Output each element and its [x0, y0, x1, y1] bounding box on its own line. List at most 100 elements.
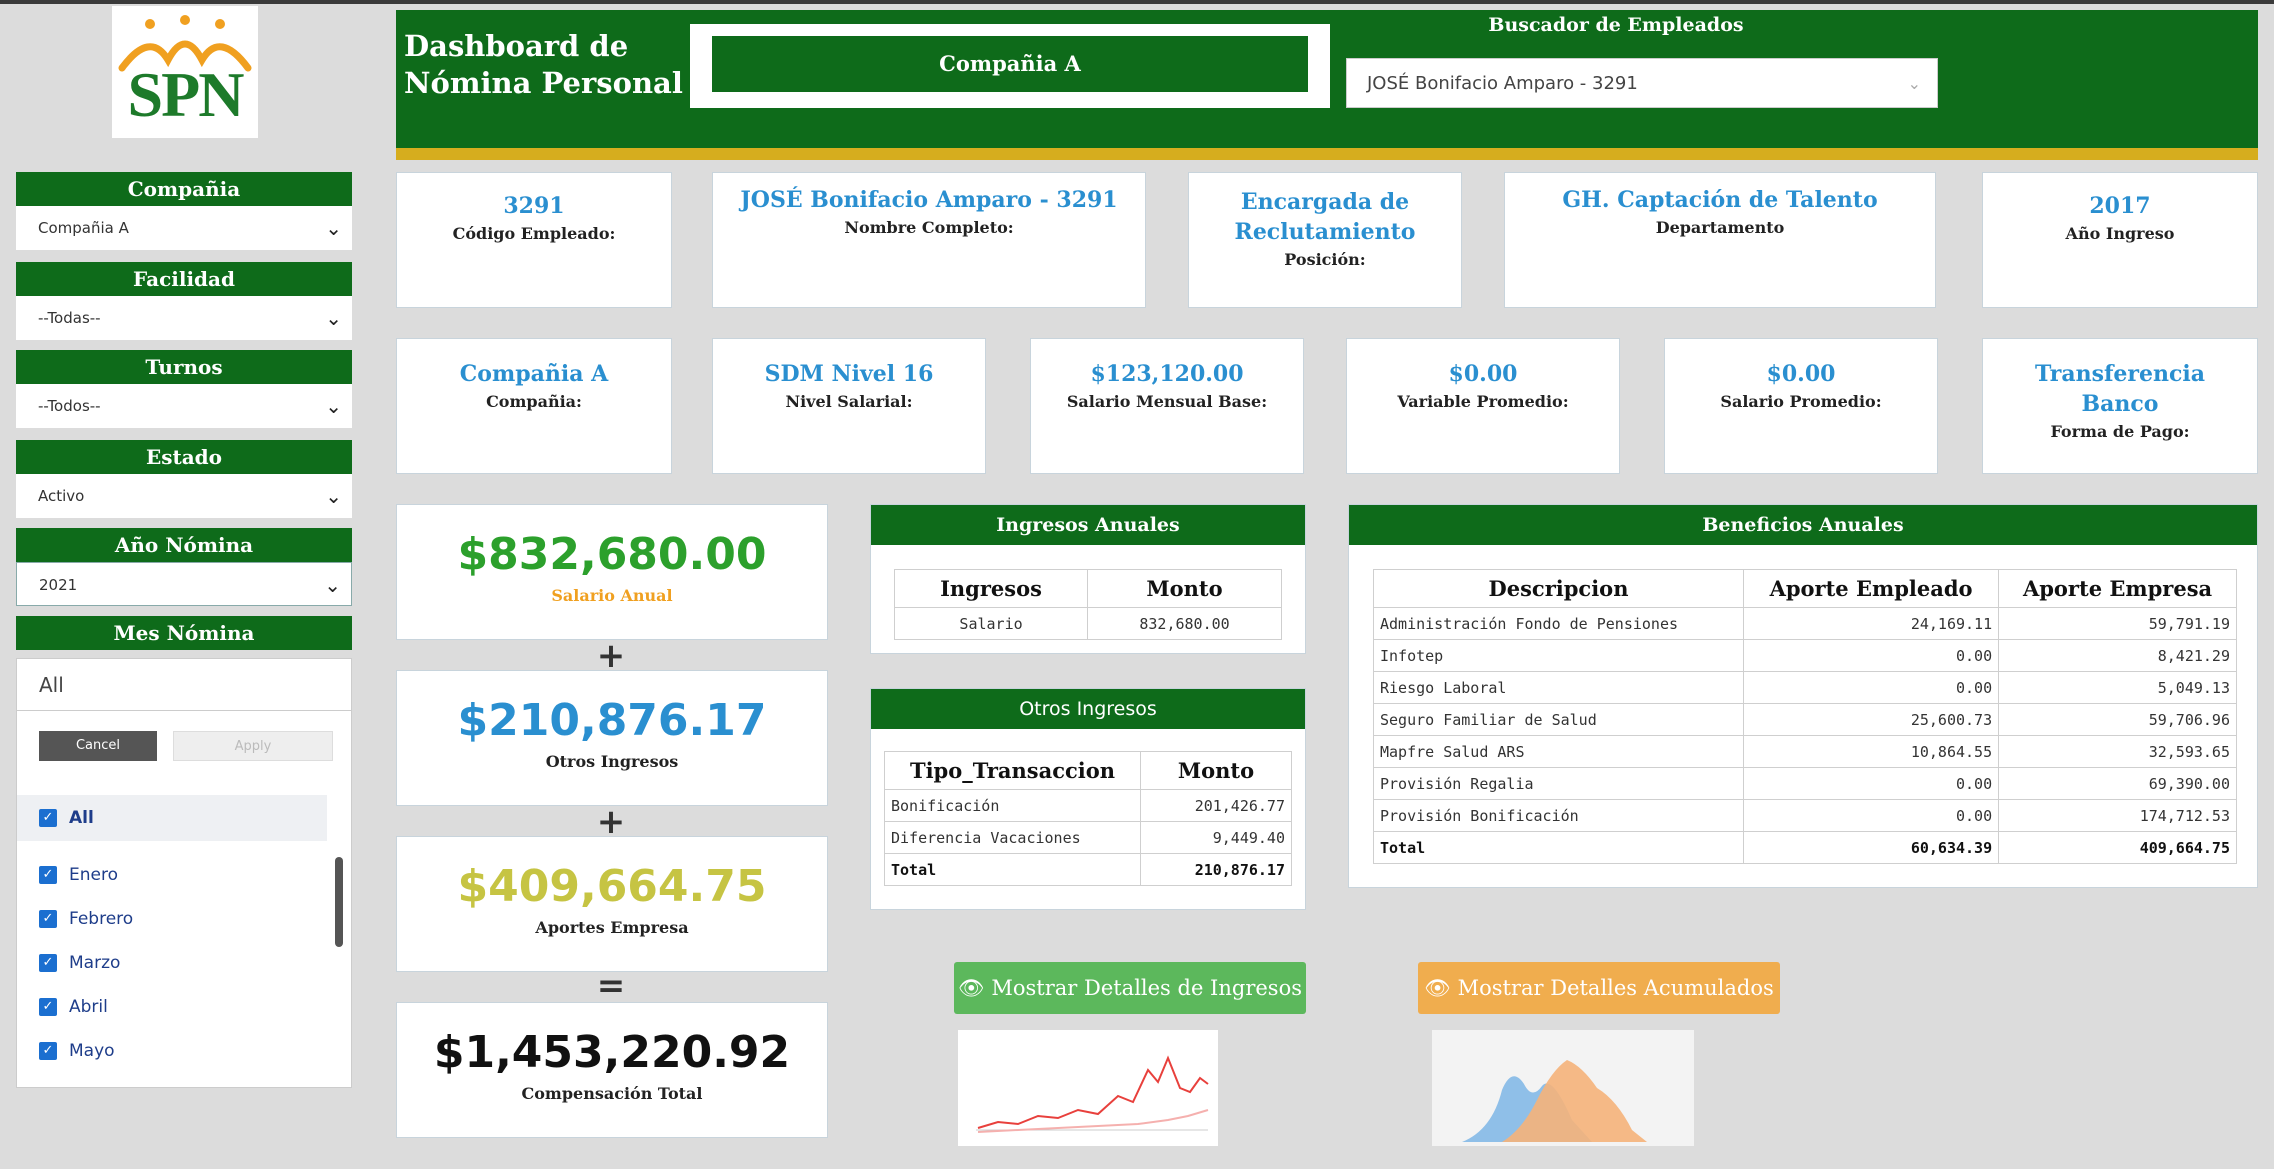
- table-cell: 0.00: [1742, 799, 2000, 832]
- table-cell: 25,600.73: [1742, 703, 2000, 736]
- table-cell: 832,680.00: [1087, 607, 1282, 640]
- filter-facilidad-select[interactable]: --Todas-- ⌄: [16, 296, 352, 340]
- table-total-row: Total 210,876.17: [884, 853, 1292, 886]
- month-option[interactable]: ✓ Enero: [39, 857, 118, 893]
- month-option[interactable]: ✓ Febrero: [39, 901, 133, 937]
- month-label: Enero: [69, 865, 118, 885]
- card-codigo-empleado: 3291 Código Empleado:: [396, 172, 672, 308]
- checkbox-checked-icon: ✓: [39, 1042, 57, 1060]
- table-cell: 8,421.29: [1998, 639, 2237, 672]
- table-cell: Infotep: [1373, 639, 1744, 672]
- month-list-scrollbar[interactable]: [335, 857, 343, 947]
- filter-compania-value: Compañia A: [38, 219, 129, 237]
- mes-search-input[interactable]: All: [17, 659, 351, 711]
- filter-ano-label: Año Nómina: [16, 528, 352, 562]
- filter-estado-label: Estado: [16, 440, 352, 474]
- table-cell: 32,593.65: [1998, 735, 2237, 768]
- card-nivel-salarial: SDM Nivel 16 Nivel Salarial:: [712, 338, 986, 474]
- column-header: Tipo_Transaccion: [884, 751, 1141, 790]
- table-row: Bonificación 201,426.77: [884, 789, 1292, 822]
- checkbox-checked-icon: ✓: [39, 809, 57, 827]
- table-cell: 0.00: [1742, 639, 2000, 672]
- table-cell: 0.00: [1742, 671, 2000, 704]
- show-income-details-button[interactable]: 👁 Mostrar Detalles de Ingresos: [954, 962, 1306, 1014]
- show-accumulated-details-button[interactable]: 👁 Mostrar Detalles Acumulados: [1418, 962, 1780, 1014]
- filter-ano-select[interactable]: 2021 ⌄: [16, 562, 352, 606]
- month-option-all[interactable]: ✓ All: [17, 795, 327, 841]
- card-label: Año Ingreso: [2065, 224, 2175, 243]
- panel-title: Beneficios Anuales: [1349, 505, 2257, 545]
- card-value: Encargada de: [1240, 189, 1410, 215]
- table-total-row: Total 60,634.39 409,664.75: [1373, 831, 2237, 864]
- area-chart-preview-icon: [1462, 1060, 1647, 1142]
- filter-estado-select[interactable]: Activo ⌄: [16, 474, 352, 518]
- filter-compania-label: Compañia: [16, 172, 352, 206]
- card-value: Banco: [2081, 391, 2159, 417]
- card-label: Código Empleado:: [452, 224, 616, 243]
- chevron-down-icon: ⌄: [1907, 74, 1921, 93]
- table-row: Riesgo Laboral 0.00 5,049.13: [1373, 671, 2237, 704]
- spn-logo: SPN: [112, 6, 258, 138]
- table-cell: 10,864.55: [1742, 735, 2000, 768]
- employee-search-select[interactable]: JOSÉ Bonifacio Amparo - 3291 ⌄: [1346, 58, 1938, 108]
- employee-search-label: Buscador de Empleados: [1488, 14, 1744, 36]
- month-option[interactable]: ✓ Marzo: [39, 945, 120, 981]
- beneficios-anuales-panel: Beneficios Anuales Descripcion Aporte Em…: [1348, 504, 2258, 888]
- apply-button[interactable]: Apply: [173, 731, 333, 761]
- table-row: Mapfre Salud ARS 10,864.55 32,593.65: [1373, 735, 2237, 768]
- total-value: $1,453,220.92: [433, 1027, 791, 1078]
- table-cell: Seguro Familiar de Salud: [1373, 703, 1744, 736]
- card-value: $123,120.00: [1090, 361, 1244, 387]
- column-header: Aporte Empleado: [1742, 569, 2000, 608]
- column-header: Ingresos: [893, 569, 1089, 608]
- column-header: Descripcion: [1373, 569, 1744, 608]
- beneficios-table: Descripcion Aporte Empleado Aporte Empre…: [1373, 569, 2237, 864]
- filter-estado-value: Activo: [38, 487, 85, 505]
- chevron-down-icon: ⌄: [325, 394, 342, 418]
- income-chart-thumbnail: [958, 1030, 1218, 1146]
- card-label: Forma de Pago:: [2050, 422, 2190, 441]
- chevron-down-icon: ⌄: [325, 484, 342, 508]
- month-label: Febrero: [69, 909, 134, 929]
- card-value: $0.00: [1448, 361, 1518, 387]
- card-value: 2017: [2089, 193, 2151, 219]
- column-header: Aporte Empresa: [1998, 569, 2237, 608]
- card-label: Posición:: [1284, 250, 1366, 269]
- filter-facilidad-value: --Todas--: [38, 309, 101, 327]
- cancel-button[interactable]: Cancel: [39, 731, 157, 761]
- table-row: Seguro Familiar de Salud 25,600.73 59,706.…: [1373, 703, 2237, 736]
- card-nombre-completo: JOSÉ Bonifacio Amparo - 3291 Nombre Comp…: [712, 172, 1146, 308]
- table-row: Salario 832,680.00: [893, 607, 1282, 640]
- card-compania: Compañia A Compañia:: [396, 338, 672, 474]
- table-cell: 60,634.39: [1742, 831, 2000, 864]
- total-salario-anual: $832,680.00 Salario Anual: [396, 504, 828, 640]
- table-cell: 174,712.53: [1998, 799, 2237, 832]
- card-label: Nombre Completo:: [844, 218, 1014, 237]
- checkbox-checked-icon: ✓: [39, 866, 57, 884]
- column-header: Monto: [1087, 569, 1282, 608]
- card-salario-promedio: $0.00 Salario Promedio:: [1664, 338, 1938, 474]
- filter-turnos-select[interactable]: --Todos-- ⌄: [16, 384, 352, 428]
- table-cell: 59,706.96: [1998, 703, 2237, 736]
- filter-ano-value: 2021: [39, 576, 78, 594]
- card-value: SDM Nivel 16: [764, 361, 934, 387]
- table-cell: Provisión Regalia: [1373, 767, 1744, 800]
- table-cell: 210,876.17: [1140, 853, 1292, 886]
- ingresos-anuales-panel: Ingresos Anuales Ingresos Monto Salario 83…: [870, 504, 1306, 654]
- employee-search-value: JOSÉ Bonifacio Amparo - 3291: [1367, 73, 1638, 94]
- checkbox-checked-icon: ✓: [39, 910, 57, 928]
- month-option[interactable]: ✓ Abril: [39, 989, 108, 1025]
- panel-title: Ingresos Anuales: [871, 505, 1305, 545]
- total-compensacion: $1,453,220.92 Compensación Total: [396, 1002, 828, 1138]
- month-option[interactable]: ✓ Mayo: [39, 1033, 115, 1069]
- company-name: Compañia A: [712, 36, 1308, 92]
- filter-facilidad-label: Facilidad: [16, 262, 352, 296]
- table-cell: Total: [1373, 831, 1744, 864]
- filter-compania-select[interactable]: Compañia A ⌄: [16, 206, 352, 250]
- month-label: All: [69, 808, 94, 828]
- button-label: Mostrar Detalles Acumulados: [1457, 976, 1774, 1000]
- button-label: Mostrar Detalles de Ingresos: [991, 976, 1302, 1000]
- card-posicion: Encargada de Reclutamiento Posición:: [1188, 172, 1462, 308]
- table-cell: Mapfre Salud ARS: [1373, 735, 1744, 768]
- page-title-line: Dashboard de: [404, 29, 629, 63]
